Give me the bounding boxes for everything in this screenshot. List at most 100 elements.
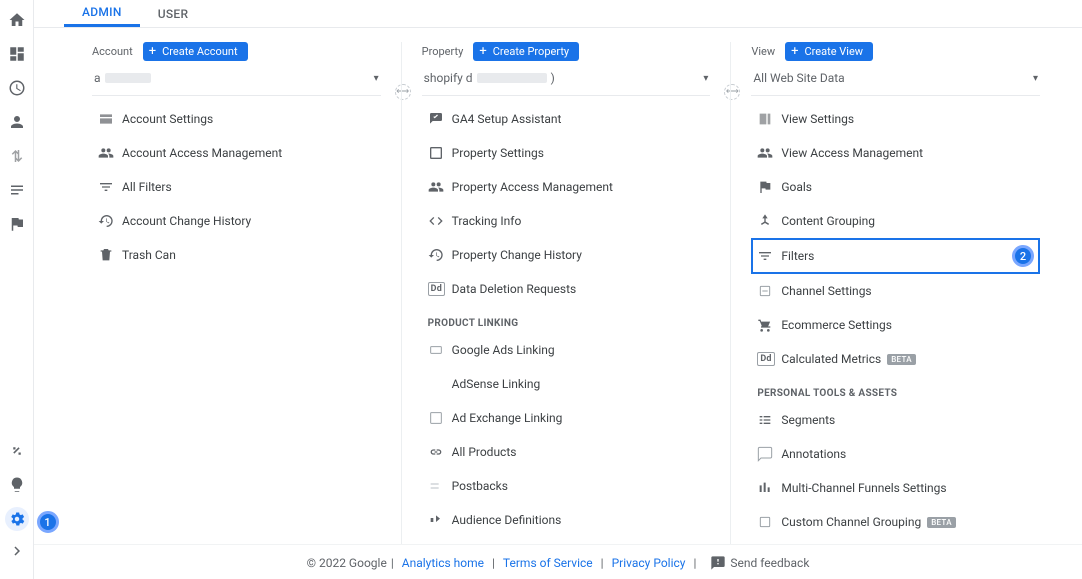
account-access-management[interactable]: Account Access Management [92, 136, 381, 170]
account-change-history[interactable]: Account Change History [92, 204, 381, 238]
annotations[interactable]: Annotations [751, 437, 1040, 471]
panel-icon [757, 109, 781, 129]
property-access-management[interactable]: Property Access Management [422, 170, 711, 204]
ads-icon [428, 340, 452, 360]
all-products[interactable]: All Products [422, 435, 711, 469]
account-settings[interactable]: Account Settings [92, 102, 381, 136]
clock-icon[interactable] [5, 76, 29, 100]
channel-settings[interactable]: Channel Settings [751, 274, 1040, 308]
ecommerce-settings[interactable]: Ecommerce Settings [751, 308, 1040, 342]
bars-icon [757, 478, 781, 498]
footer-link-terms[interactable]: Terms of Service [503, 556, 593, 570]
send-feedback-button[interactable]: Send feedback [710, 555, 809, 571]
adsense-icon [428, 374, 452, 394]
person-icon[interactable] [5, 110, 29, 134]
section-product-linking: PRODUCT LINKING [422, 306, 711, 333]
ad-exchange-linking[interactable]: Ad Exchange Linking [422, 401, 711, 435]
view-label: View [751, 45, 775, 58]
beta-badge: BETA [887, 354, 916, 365]
footer-link-privacy[interactable]: Privacy Policy [612, 556, 686, 570]
goals[interactable]: Goals [751, 170, 1040, 204]
section-personal-tools: PERSONAL TOOLS & ASSETS [751, 376, 1040, 403]
all-filters[interactable]: All Filters [92, 170, 381, 204]
link-icon [428, 442, 452, 462]
property-label: Property [422, 45, 464, 58]
column-view: View + Create View All Web Site Data ▾ V… [730, 42, 1060, 544]
panel-icon [428, 143, 452, 163]
trash-can[interactable]: Trash Can [92, 238, 381, 272]
google-ads-linking[interactable]: Google Ads Linking [422, 333, 711, 367]
footer: © 2022 Google | Analytics home | Terms o… [34, 544, 1082, 579]
view-access-management[interactable]: View Access Management [751, 136, 1040, 170]
chevron-down-icon: ▾ [1033, 73, 1038, 84]
footer-copyright: © 2022 Google [307, 556, 387, 570]
property-change-history[interactable]: Property Change History [422, 238, 711, 272]
history-icon [98, 211, 122, 231]
postbacks[interactable]: Postbacks [422, 469, 711, 503]
channel-icon [757, 281, 781, 301]
code-icon [428, 211, 452, 231]
custom-alerts[interactable]: Custom Alerts [751, 539, 1040, 544]
dashboards-icon[interactable] [5, 42, 29, 66]
exchange-icon [428, 408, 452, 428]
filters[interactable]: Filters 2 [751, 238, 1040, 274]
ga4-setup-assistant[interactable]: GA4 Setup Assistant [422, 102, 711, 136]
acquisition-icon[interactable] [5, 178, 29, 202]
assistant-icon [428, 109, 452, 129]
segments-icon [757, 410, 781, 430]
column-account: Account + Create Account a ▾ ⟷ Account S… [92, 42, 401, 544]
flag-icon [757, 177, 781, 197]
filter-icon [757, 246, 781, 266]
cart-icon [757, 315, 781, 335]
footer-link-analytics-home[interactable]: Analytics home [402, 556, 484, 570]
tracking-info[interactable]: Tracking Info [422, 204, 711, 238]
create-view-button[interactable]: + Create View [785, 42, 873, 61]
trash-icon [98, 245, 122, 265]
custom-channel-grouping[interactable]: Custom Channel Grouping BETA [751, 505, 1040, 539]
plus-icon: + [149, 45, 156, 58]
discover-icon[interactable] [5, 473, 29, 497]
property-selector[interactable]: shopify d) ▾ [422, 67, 711, 96]
history-icon [428, 245, 452, 265]
left-nav-rail: 1 [0, 0, 34, 579]
create-property-button[interactable]: + Create Property [473, 42, 579, 61]
adsense-linking[interactable]: AdSense Linking [422, 367, 711, 401]
audience-icon [428, 510, 452, 530]
grouping-icon [757, 211, 781, 231]
channel-icon [757, 512, 781, 532]
conversion-icon[interactable] [5, 144, 29, 168]
data-deletion-requests[interactable]: Dd Data Deletion Requests [422, 272, 711, 306]
flag-icon[interactable] [5, 212, 29, 236]
admin-gear-icon[interactable]: 1 [5, 507, 29, 531]
people-icon [98, 143, 122, 163]
tab-admin[interactable]: ADMIN [64, 0, 140, 27]
dd-icon: Dd [757, 349, 781, 369]
multi-channel-funnels-settings[interactable]: Multi-Channel Funnels Settings [751, 471, 1040, 505]
settings-panel-icon [98, 109, 122, 129]
collapse-chevron-icon[interactable] [5, 539, 29, 563]
content-grouping[interactable]: Content Grouping [751, 204, 1040, 238]
annotation-badge-1: 1 [37, 511, 59, 533]
view-settings[interactable]: View Settings [751, 102, 1040, 136]
postbacks-icon [428, 476, 452, 496]
annotation-badge-2: 2 [1012, 245, 1034, 267]
home-icon[interactable] [5, 8, 29, 32]
account-label: Account [92, 45, 133, 58]
view-selector[interactable]: All Web Site Data ▾ [751, 67, 1040, 96]
calculated-metrics[interactable]: Dd Calculated Metrics BETA [751, 342, 1040, 376]
create-account-button[interactable]: + Create Account [143, 42, 248, 61]
filter-icon [98, 177, 122, 197]
plus-icon: + [479, 45, 486, 58]
custom-definitions[interactable]: Dd Custom Definitions [422, 537, 711, 544]
chevron-down-icon: ▾ [703, 73, 708, 84]
segments[interactable]: Segments [751, 403, 1040, 437]
attribution-icon[interactable] [5, 439, 29, 463]
audience-definitions[interactable]: Audience Definitions [422, 503, 711, 537]
people-icon [428, 177, 452, 197]
tab-user[interactable]: USER [140, 0, 207, 27]
property-settings[interactable]: Property Settings [422, 136, 711, 170]
chevron-down-icon: ▾ [374, 73, 379, 84]
account-selector[interactable]: a ▾ [92, 67, 381, 96]
annotation-icon [757, 444, 781, 464]
beta-badge: BETA [927, 517, 956, 528]
